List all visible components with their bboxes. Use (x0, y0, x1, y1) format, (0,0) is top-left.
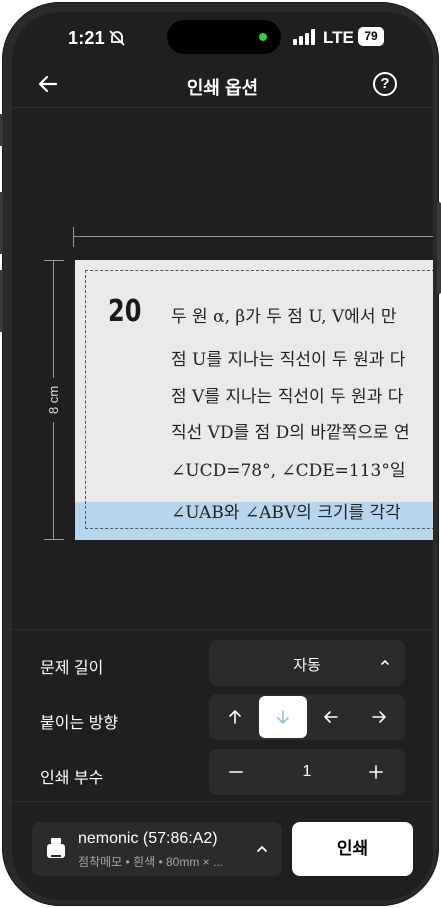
screen: 1:21 LTE 79 인쇄 옵션 ? 8 cm 20 두 원 α, β가 두 … (12, 12, 433, 900)
length-dropdown[interactable]: 자동 (209, 640, 405, 686)
chevron-up-icon (381, 659, 389, 665)
status-time: 1:21 (68, 28, 105, 48)
left-arrow-icon (324, 711, 338, 723)
signal-icon (293, 29, 315, 45)
direction-label: 붙이는 방향 (40, 715, 119, 732)
direction-up-button[interactable] (211, 694, 259, 740)
preview-paper: 20 두 원 α, β가 두 점 U, V에서 만 점 U를 지나는 직선이 두… (75, 260, 433, 540)
copies-stepper: 1 (209, 749, 405, 795)
volume-up-button (0, 192, 3, 254)
right-arrow-icon (372, 711, 386, 723)
height-ruler: 8 cm (40, 260, 68, 540)
print-button[interactable]: 인쇄 (292, 822, 413, 876)
up-arrow-icon (229, 710, 241, 724)
dynamic-island (167, 20, 281, 54)
status-bar: 1:21 LTE 79 (12, 12, 433, 62)
network-label: LTE (323, 28, 354, 47)
width-ruler (73, 227, 433, 247)
copies-label: 인쇄 부수 (40, 770, 104, 787)
down-arrow-icon (277, 710, 289, 724)
printer-selector[interactable]: nemonic (57:86:A2) 점착메모 • 흰색 • 80mm × ..… (32, 822, 282, 876)
help-icon[interactable]: ? (373, 72, 397, 96)
header: 인쇄 옵션 ? (12, 62, 433, 108)
question-line: ∠UCD=78°, ∠CDE=113°일 (171, 461, 406, 481)
action-button (0, 114, 3, 146)
length-label: 문제 길이 (40, 660, 104, 677)
printer-name: nemonic (57:86:A2) (78, 830, 218, 847)
power-button (437, 202, 441, 294)
battery-indicator: 79 (358, 27, 384, 46)
bottom-bar: nemonic (57:86:A2) 점착메모 • 흰색 • 80mm × ..… (12, 801, 433, 900)
printer-details: 점착메모 • 흰색 • 80mm × ... (78, 855, 223, 869)
phone-frame: 1:21 LTE 79 인쇄 옵션 ? 8 cm 20 두 원 α, β가 두 … (0, 2, 441, 906)
page-title: 인쇄 옵션 (186, 78, 259, 98)
length-value: 자동 (293, 657, 321, 674)
question-line: 직선 VD를 점 D의 바깥쪽으로 연 (171, 423, 410, 443)
question-line: 점 U를 지나는 직선이 두 원과 다 (171, 350, 406, 370)
print-preview: 8 cm 20 두 원 α, β가 두 점 U, V에서 만 점 U를 지나는 … (12, 109, 433, 629)
camera-indicator (259, 33, 267, 41)
question-line: 점 V를 지나는 직선이 두 원과 다 (171, 387, 404, 407)
chevron-up-icon (257, 845, 267, 852)
plus-icon[interactable] (367, 763, 385, 781)
volume-down-button (0, 270, 3, 332)
question-line: 두 원 α, β가 두 점 U, V에서 만 (171, 307, 397, 327)
direction-left-button[interactable] (307, 694, 355, 740)
question-number: 20 (108, 294, 142, 329)
direction-right-button[interactable] (355, 694, 403, 740)
question-line: ∠UAB와 ∠ABV의 크기를 각각 (171, 503, 401, 523)
direction-down-button[interactable] (259, 696, 307, 738)
print-options: 문제 길이 자동 붙이는 방향 인쇄 부수 1 (12, 629, 433, 801)
height-ruler-label: 8 cm (40, 378, 68, 422)
printer-icon (47, 838, 65, 858)
direction-selector (209, 694, 405, 740)
silent-bell-icon (109, 30, 125, 46)
